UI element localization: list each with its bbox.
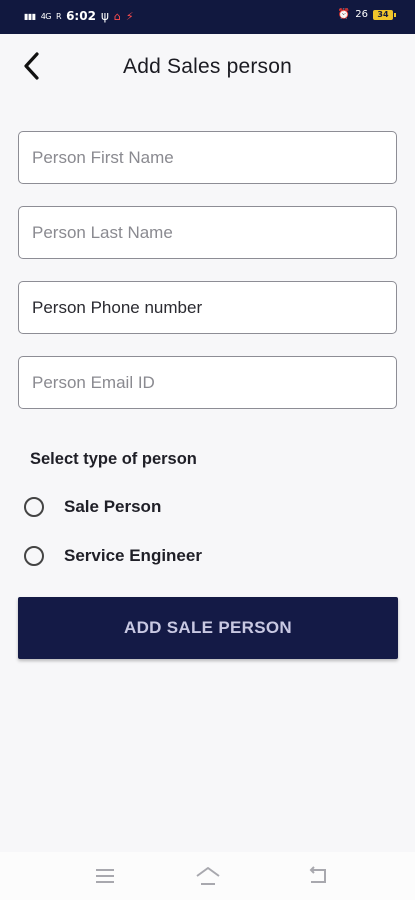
battery-icon: 34 [373,9,396,20]
menu-button[interactable] [91,864,119,888]
person-type-label: Select type of person [30,450,197,468]
first-name-field[interactable] [18,131,397,184]
signal-label-right: R [56,11,62,21]
status-bar: ▮▮▮ 4G R 6:02 ψ ⌂ ⚡ ⏰ 26 34 [0,0,415,34]
add-sale-person-button[interactable]: ADD SALE PERSON [18,597,398,659]
signal-icon: ▮▮▮ [24,11,36,21]
radio-label-sale-person: Sale Person [64,497,162,516]
last-name-field[interactable] [18,206,397,259]
menu-icon [96,869,114,883]
email-field[interactable] [18,356,397,409]
usb-icon: ψ [100,9,109,23]
home-icon [196,867,220,885]
status-left: ▮▮▮ 4G R 6:02 ψ ⌂ ⚡ [24,9,134,23]
app-notification-icon: ⌂ [113,9,121,23]
app-bar: Add Sales person [0,34,415,104]
last-name-input[interactable] [19,207,396,258]
radio-option-service-engineer[interactable]: Service Engineer [24,541,202,571]
status-right: ⏰ 26 34 [337,9,396,20]
page-title: Add Sales person [123,55,292,78]
home-button[interactable] [194,864,222,888]
phone-input[interactable] [19,282,396,333]
radio-button[interactable] [24,546,44,566]
radio-option-sale-person[interactable]: Sale Person [24,492,161,522]
status-time: 6:02 [66,9,96,23]
radio-label-service-engineer: Service Engineer [64,546,202,565]
radio-button[interactable] [24,497,44,517]
battery-level: 34 [377,9,389,19]
back-nav-icon [309,866,326,883]
back-nav-button[interactable] [303,864,331,888]
phone-field[interactable] [18,281,397,334]
signal-label-left: 4G [40,11,52,21]
flash-icon: ⚡ [125,9,134,23]
system-nav-bar [0,852,415,900]
alarm-icon: ⏰ [337,9,351,20]
network-speed: 26 [355,9,368,20]
first-name-input[interactable] [19,132,396,183]
email-input[interactable] [19,357,396,408]
